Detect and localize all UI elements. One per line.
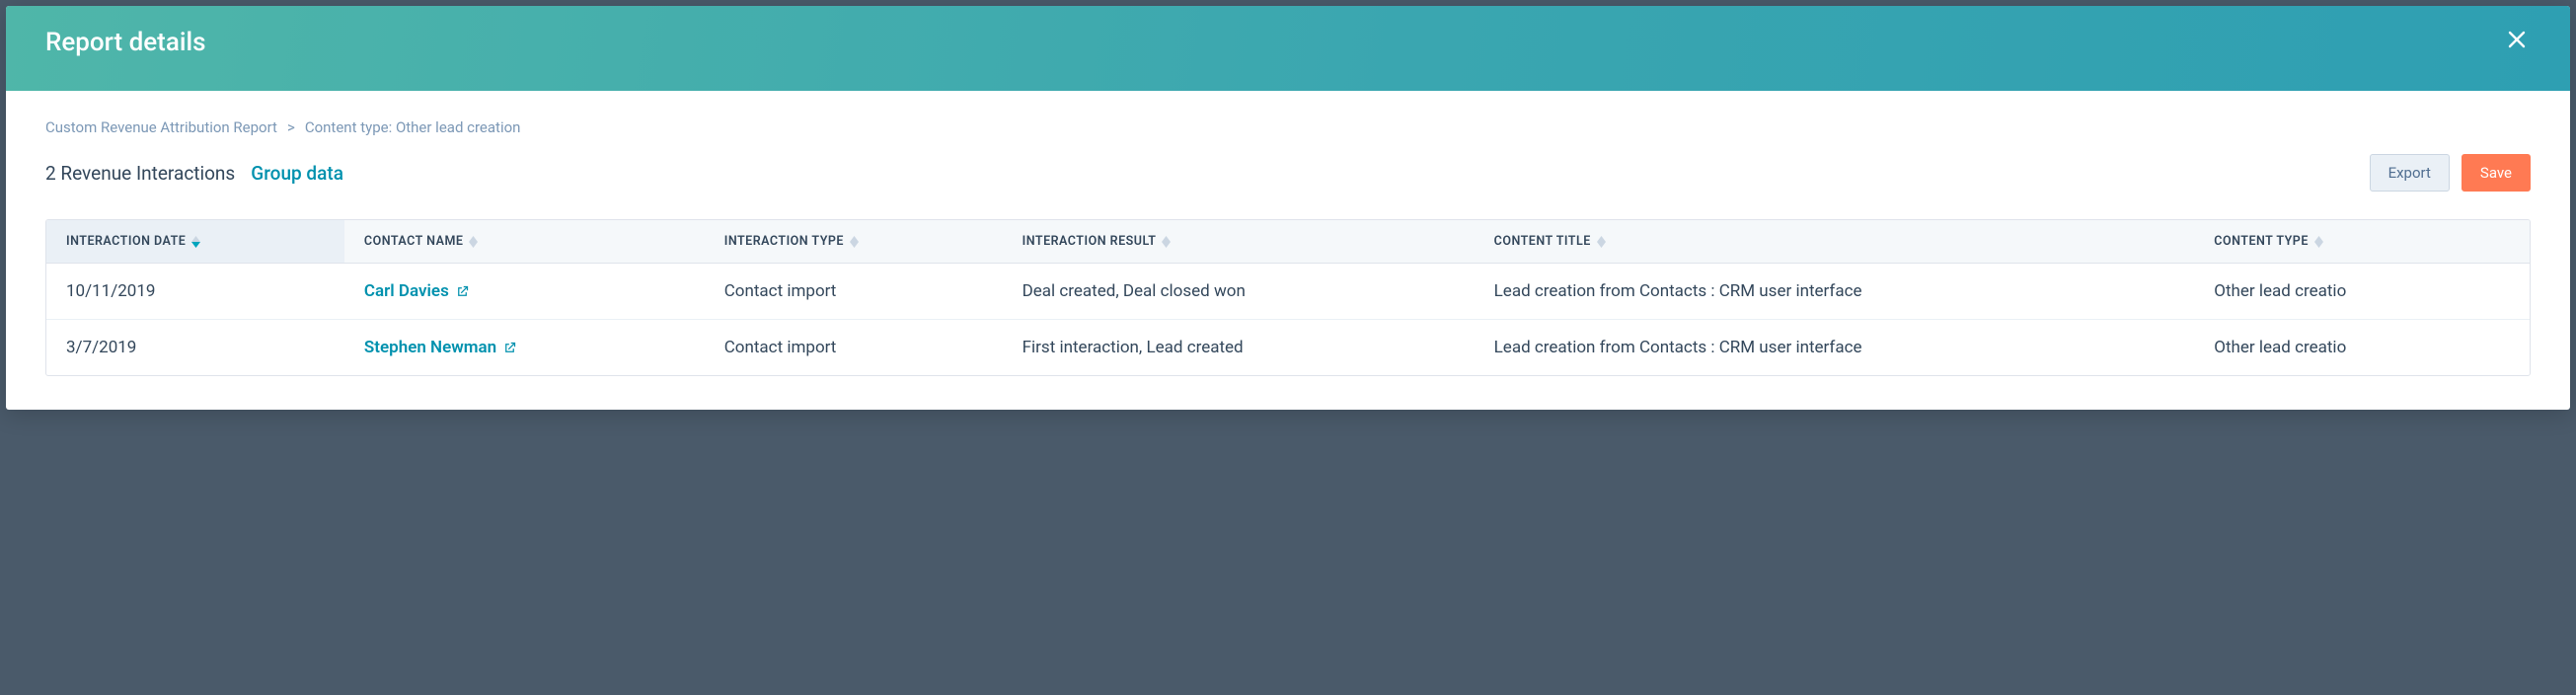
external-link-icon <box>455 284 470 299</box>
modal-body: Custom Revenue Attribution Report > Cont… <box>6 91 2570 410</box>
cell-ctype: Other lead creatio <box>2194 320 2530 376</box>
contact-link[interactable]: Carl Davies <box>364 281 470 301</box>
modal-title: Report details <box>45 28 206 57</box>
toolbar-left: 2 Revenue Interactions Group data <box>45 162 343 185</box>
col-interaction-result[interactable]: INTERACTION RESULT <box>1003 220 1475 264</box>
group-data-link[interactable]: Group data <box>251 162 343 185</box>
report-details-modal: Report details Custom Revenue Attributio… <box>6 6 2570 410</box>
col-contact-name[interactable]: CONTACT NAME <box>344 220 705 264</box>
contact-name: Carl Davies <box>364 281 449 301</box>
sort-icon <box>850 236 859 248</box>
cell-title: Lead creation from Contacts : CRM user i… <box>1475 320 2195 376</box>
col-label: CONTACT NAME <box>364 234 464 249</box>
close-button[interactable] <box>2503 28 2531 51</box>
col-label: INTERACTION DATE <box>66 234 186 249</box>
col-label: CONTENT TITLE <box>1494 234 1591 249</box>
chevron-right-icon: > <box>287 118 295 136</box>
table-row: 10/11/2019 Carl Davies Contact import De… <box>46 264 2530 320</box>
table-row: 3/7/2019 Stephen Newman Contact import F… <box>46 320 2530 376</box>
cell-type: Contact import <box>705 320 1003 376</box>
results-table: INTERACTION DATE CONTACT NAME <box>46 220 2530 375</box>
save-button[interactable]: Save <box>2462 154 2531 192</box>
col-interaction-date[interactable]: INTERACTION DATE <box>46 220 344 264</box>
export-button[interactable]: Export <box>2370 154 2450 192</box>
cell-result: Deal created, Deal closed won <box>1003 264 1475 320</box>
sort-icon <box>1162 236 1171 248</box>
toolbar-right: Export Save <box>2370 154 2531 192</box>
col-content-title[interactable]: CONTENT TITLE <box>1475 220 2195 264</box>
interactions-count: 2 Revenue Interactions <box>45 162 235 185</box>
cell-contact: Carl Davies <box>344 264 705 320</box>
external-link-icon <box>502 341 517 355</box>
sort-icon <box>1597 236 1606 248</box>
cell-date: 10/11/2019 <box>46 264 344 320</box>
table-header-row: INTERACTION DATE CONTACT NAME <box>46 220 2530 264</box>
contact-name: Stephen Newman <box>364 338 496 357</box>
col-label: CONTENT TYPE <box>2214 234 2309 249</box>
cell-title: Lead creation from Contacts : CRM user i… <box>1475 264 2195 320</box>
cell-result: First interaction, Lead created <box>1003 320 1475 376</box>
cell-contact: Stephen Newman <box>344 320 705 376</box>
cell-date: 3/7/2019 <box>46 320 344 376</box>
sort-icon <box>2314 236 2323 248</box>
breadcrumb-root[interactable]: Custom Revenue Attribution Report <box>45 118 277 136</box>
cell-type: Contact import <box>705 264 1003 320</box>
contact-link[interactable]: Stephen Newman <box>364 338 517 357</box>
col-content-type[interactable]: CONTENT TYPE <box>2194 220 2530 264</box>
col-label: INTERACTION TYPE <box>724 234 844 249</box>
cell-ctype: Other lead creatio <box>2194 264 2530 320</box>
sort-desc-icon <box>191 236 200 248</box>
modal-header: Report details <box>6 6 2570 91</box>
results-table-wrap: INTERACTION DATE CONTACT NAME <box>45 219 2531 376</box>
col-label: INTERACTION RESULT <box>1023 234 1157 249</box>
breadcrumb: Custom Revenue Attribution Report > Cont… <box>45 118 2531 136</box>
close-icon <box>2507 30 2527 49</box>
col-interaction-type[interactable]: INTERACTION TYPE <box>705 220 1003 264</box>
toolbar: 2 Revenue Interactions Group data Export… <box>45 154 2531 192</box>
sort-icon <box>469 236 478 248</box>
breadcrumb-current: Content type: Other lead creation <box>305 118 521 136</box>
